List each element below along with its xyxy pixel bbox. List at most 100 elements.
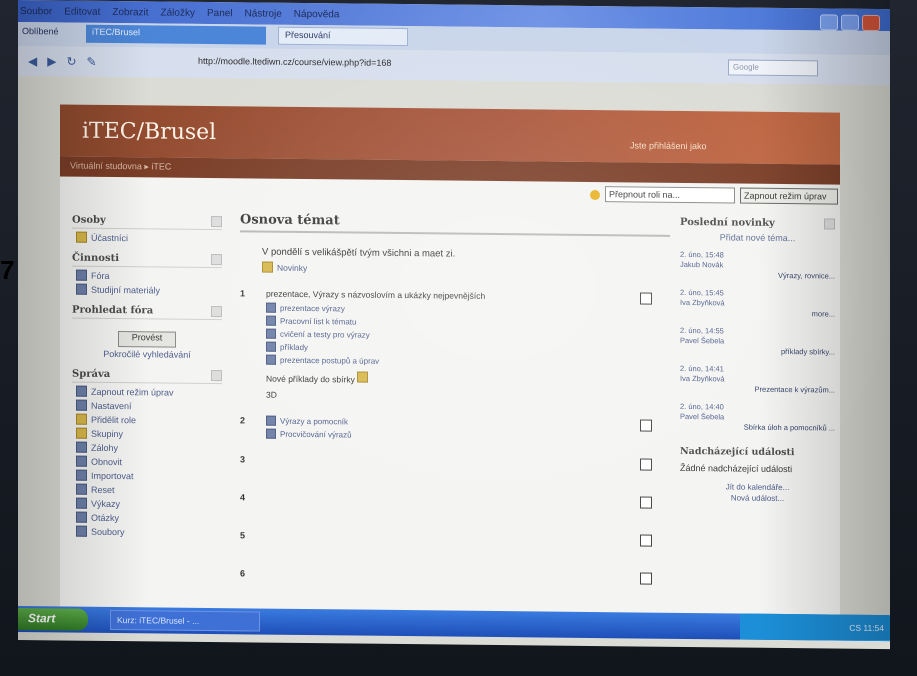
- resource-link[interactable]: Procvičování výrazů: [266, 428, 670, 443]
- admin-item[interactable]: Nastavení: [76, 399, 222, 413]
- link-label: Soubory: [91, 526, 125, 537]
- menu-edit[interactable]: Editovat: [64, 6, 100, 22]
- tab-presouvani[interactable]: Přesouvání: [278, 26, 408, 47]
- highlight-checkbox[interactable]: [640, 572, 652, 585]
- post-link[interactable]: příklady sbírky...: [680, 346, 835, 358]
- menu-tools[interactable]: Nástroje: [245, 8, 282, 24]
- link-label: cvičení a testy pro výrazy: [280, 329, 370, 340]
- collapse-icon[interactable]: [211, 216, 222, 228]
- collapse-icon[interactable]: [824, 218, 835, 230]
- participants-link[interactable]: Účastníci: [76, 231, 222, 245]
- highlight-checkbox[interactable]: [640, 419, 652, 432]
- add-topic-link[interactable]: Přidat nové téma...: [680, 232, 835, 244]
- forward-icon[interactable]: ▶: [47, 54, 66, 68]
- taskbar-window[interactable]: Kurz: iTEC/Brusel - ...: [110, 609, 260, 632]
- menu-help[interactable]: Nápověda: [294, 9, 340, 25]
- admin-item[interactable]: Zálohy: [76, 441, 222, 455]
- post-link[interactable]: more...: [680, 308, 835, 320]
- groups-icon: [76, 427, 87, 439]
- admin-item[interactable]: Zapnout režim úprav: [76, 385, 222, 399]
- news-forum-link[interactable]: Novinky: [262, 261, 670, 277]
- resource-link[interactable]: Výrazy a pomocník: [266, 415, 670, 430]
- admin-item[interactable]: Soubory: [76, 525, 222, 539]
- topic-section: 6: [240, 568, 670, 595]
- refresh-icon[interactable]: ↻: [66, 55, 86, 69]
- edit-icon[interactable]: ✎: [87, 55, 107, 69]
- post-author: Pavel Šebela: [680, 411, 725, 422]
- admin-item[interactable]: Obnovit: [76, 455, 222, 469]
- smiley-icon: [357, 371, 369, 383]
- forum-icon: [76, 269, 87, 281]
- forums-link[interactable]: Fóra: [76, 269, 222, 283]
- highlight-checkbox[interactable]: [640, 458, 652, 471]
- file-icon: [266, 354, 276, 365]
- breadcrumb[interactable]: Virtuální studovna ▸ iTEC: [70, 161, 171, 173]
- calendar-link[interactable]: Jít do kalendáře...: [726, 482, 790, 492]
- resource-link[interactable]: prezentace postupů a úprav: [266, 354, 670, 369]
- collapse-icon[interactable]: [211, 306, 222, 318]
- tab-itec[interactable]: iTEC/Brusel: [86, 24, 266, 45]
- menu-panel[interactable]: Panel: [207, 8, 233, 24]
- link-label: Přidělit role: [91, 414, 137, 425]
- post-link[interactable]: Prezentace k výrazům...: [680, 384, 835, 396]
- menu-view[interactable]: Zobrazit: [112, 7, 148, 23]
- post-link[interactable]: Sbírka úloh a pomocníků ...: [680, 422, 835, 434]
- switch-role-select[interactable]: Přepnout roli na...: [605, 186, 735, 204]
- latest-news-title: Poslední novinky: [680, 216, 775, 229]
- post-link[interactable]: Výrazy, rovnice...: [680, 270, 835, 282]
- admin-item[interactable]: Reset: [76, 483, 222, 497]
- block-title: Prohledat fóra: [72, 304, 154, 317]
- resource-link[interactable]: cvičení a testy pro výrazy: [266, 328, 670, 343]
- highlight-checkbox[interactable]: [640, 534, 652, 547]
- resource-link[interactable]: prezentace výrazy: [266, 302, 670, 317]
- topic-section: 2 Výrazy a pomocník Procvičování výrazů: [240, 415, 670, 443]
- page-title: Osnova témat: [240, 212, 670, 237]
- topic-number: 1: [240, 288, 246, 299]
- new-event-link[interactable]: Nová událost...: [731, 493, 784, 503]
- link-label: Studijní materiály: [91, 284, 161, 295]
- maximize-button[interactable]: [841, 14, 859, 31]
- minimize-button[interactable]: [820, 14, 838, 31]
- highlight-checkbox[interactable]: [640, 496, 652, 509]
- topic-section: 5: [240, 530, 670, 557]
- search-block: Prohledat fóra Provést Pokročilé vyhledá…: [72, 304, 222, 361]
- topic-number: 2: [240, 415, 246, 426]
- edit-icon: [76, 385, 87, 397]
- edit-mode-button[interactable]: Zapnout režim úprav: [740, 187, 838, 205]
- link-label: Fóra: [91, 270, 110, 281]
- post-date: 2. úno, 14:55: [680, 325, 724, 336]
- menu-file[interactable]: Soubor: [20, 6, 52, 22]
- highlight-checkbox[interactable]: [640, 292, 652, 305]
- menu-bookmarks[interactable]: Záložky: [161, 7, 195, 23]
- file-icon: [266, 341, 276, 352]
- admin-item[interactable]: Přidělit role: [76, 413, 222, 427]
- help-icon[interactable]: [590, 189, 600, 201]
- search-forums-button[interactable]: Provést: [118, 331, 176, 348]
- collapse-icon[interactable]: [211, 370, 222, 382]
- link-label: Novinky: [277, 262, 308, 273]
- resources-link[interactable]: Studijní materiály: [76, 283, 222, 297]
- main-column: Osnova témat V pondělí s velikášpětí tvý…: [240, 212, 670, 595]
- settings-icon: [76, 399, 87, 411]
- search-input[interactable]: Google: [728, 59, 818, 77]
- reports-icon: [76, 497, 87, 509]
- resource-link[interactable]: příklady: [266, 341, 670, 356]
- topic-section: 1 prezentace, Výrazy s názvoslovím a uká…: [240, 288, 670, 404]
- start-button[interactable]: Start: [18, 608, 88, 631]
- address-input[interactable]: http://moodle.ltediwn.cz/course/view.php…: [198, 56, 391, 68]
- admin-item[interactable]: Skupiny: [76, 427, 222, 441]
- login-info[interactable]: Jste přihlášeni jako: [630, 140, 707, 151]
- favorites-button[interactable]: Oblíbené: [22, 26, 59, 36]
- link-label: Zapnout režim úprav: [91, 386, 174, 398]
- collapse-icon[interactable]: [211, 254, 222, 266]
- admin-item[interactable]: Otázky: [76, 511, 222, 525]
- back-icon[interactable]: ◀: [28, 54, 47, 68]
- admin-item[interactable]: Výkazy: [76, 497, 222, 511]
- admin-item[interactable]: Importovat: [76, 469, 222, 483]
- resource-link[interactable]: Pracovní list k tématu: [266, 315, 670, 330]
- link-label: prezentace postupů a úprav: [280, 355, 380, 366]
- advanced-search-link[interactable]: Pokročilé vyhledávání: [72, 349, 222, 361]
- post-date: 2. úno, 14:41: [680, 363, 724, 374]
- close-button[interactable]: [862, 14, 880, 32]
- topic-section: 3: [240, 454, 670, 481]
